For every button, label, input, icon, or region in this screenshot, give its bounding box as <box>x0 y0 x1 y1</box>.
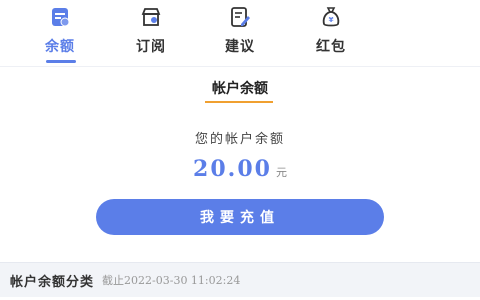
recharge-button[interactable]: 我要充值 <box>96 199 384 235</box>
tab-suggest-label: 建议 <box>225 39 255 55</box>
balance-amount: 20.00 <box>193 156 272 182</box>
balance-label: 您的帐户余额 <box>194 132 285 147</box>
tab-red-packet-label: 红包 <box>316 39 346 55</box>
tab-divider <box>0 66 480 67</box>
tab-subscribe[interactable]: 订阅 <box>115 0 187 66</box>
money-bag-icon: ¥ <box>322 7 340 27</box>
edit-icon <box>231 7 250 27</box>
category-title: 帐户余额分类 <box>10 274 95 290</box>
balance-unit: 元 <box>275 166 287 179</box>
section-underline <box>205 101 273 103</box>
svg-text:¥: ¥ <box>329 16 334 24</box>
tab-balance[interactable]: 余额 <box>24 0 96 66</box>
balance-row: 20.00 元 <box>140 156 340 182</box>
wallet-icon <box>52 8 70 27</box>
section-title: 帐户余额 <box>212 81 268 97</box>
tab-balance-label: 余额 <box>45 39 75 55</box>
active-tab-indicator <box>46 60 76 63</box>
tab-suggest[interactable]: 建议 <box>204 0 276 66</box>
category-timestamp: 截止2022-03-30 11:02:24 <box>102 274 241 287</box>
category-header: 帐户余额分类 截止2022-03-30 11:02:24 <box>0 262 480 297</box>
tab-red-packet[interactable]: ¥ 红包 <box>295 0 367 66</box>
tab-bar: 余额 订阅 建议 ¥ 红包 <box>0 0 480 66</box>
tab-subscribe-label: 订阅 <box>136 39 166 55</box>
store-icon <box>141 8 161 26</box>
